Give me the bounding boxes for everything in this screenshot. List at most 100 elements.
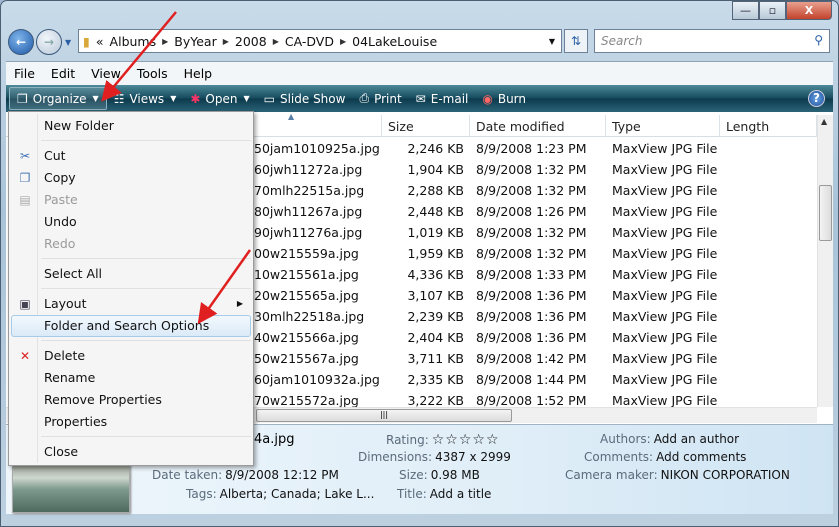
title-label: Title:	[397, 487, 427, 501]
menu-item-remove-properties[interactable]: Remove Properties	[11, 389, 251, 411]
burn-label: Burn	[497, 91, 527, 106]
file-date-modified: 8/9/2008 1:44 PM	[476, 372, 587, 387]
file-size: 4,336 KB	[407, 267, 464, 282]
scroll-up-icon[interactable]: ▲	[821, 117, 827, 126]
menu-edit[interactable]: Edit	[43, 66, 83, 81]
file-date-modified: 8/9/2008 1:26 PM	[476, 204, 587, 219]
breadcrumb-04lakelouise[interactable]: 04LakeLouise	[352, 34, 437, 49]
menu-item-properties[interactable]: Properties	[11, 411, 251, 433]
chevron-down-icon: ▼	[92, 94, 99, 103]
menu-view[interactable]: View	[83, 66, 129, 81]
minimize-button[interactable]: —	[732, 1, 759, 20]
file-type: MaxView JPG File	[612, 309, 718, 324]
file-date-modified: 8/9/2008 1:23 PM	[476, 141, 587, 156]
file-type: MaxView JPG File	[612, 351, 718, 366]
menu-item-label: Cut	[44, 148, 66, 163]
authors-label: Authors:	[600, 432, 651, 446]
menu-help[interactable]: Help	[176, 66, 221, 81]
rating-stars[interactable]: ☆☆☆☆☆	[432, 432, 500, 448]
menu-item-close[interactable]: Close	[11, 441, 251, 463]
file-date-modified: 8/9/2008 1:32 PM	[476, 162, 587, 177]
menu-tools[interactable]: Tools	[129, 66, 176, 81]
file-type: MaxView JPG File	[612, 330, 718, 345]
breadcrumb-2008[interactable]: 2008	[235, 34, 267, 49]
refresh-button[interactable]: ⇅	[564, 29, 588, 53]
back-button[interactable]: ←	[8, 29, 34, 55]
burn-button[interactable]: ◉ Burn	[475, 87, 533, 110]
forward-button[interactable]: →	[36, 29, 62, 55]
menu-item-select-all[interactable]: Select All	[11, 263, 251, 285]
file-date-modified: 8/9/2008 1:32 PM	[476, 225, 587, 240]
menu-item-folder-and-search-options[interactable]: Folder and Search Options	[11, 315, 251, 337]
date-taken-value[interactable]: 8/9/2008 12:12 PM	[225, 468, 339, 482]
file-type: MaxView JPG File	[612, 393, 718, 408]
horizontal-scroll-thumb[interactable]: |||	[256, 409, 512, 422]
file-date-modified: 8/9/2008 1:36 PM	[476, 288, 587, 303]
breadcrumb-byyear[interactable]: ByYear	[174, 34, 216, 49]
menu-item-label: Copy	[44, 170, 76, 185]
dimensions-label: Dimensions:	[358, 450, 433, 464]
open-label: Open	[205, 91, 238, 106]
tags-value[interactable]: Alberta; Canada; Lake L...	[220, 487, 375, 501]
selected-file-name: 4a.jpg	[254, 432, 295, 447]
breadcrumb-albums[interactable]: Albums	[110, 34, 157, 49]
menu-item-rename[interactable]: Rename	[11, 367, 251, 389]
copy-icon: ❐	[19, 171, 31, 185]
recent-pages-dropdown[interactable]: ▼	[65, 38, 71, 47]
search-icon[interactable]: ⚲	[814, 33, 823, 47]
tags-label: Tags:	[186, 487, 217, 501]
chevron-right-icon[interactable]: ▶	[340, 37, 346, 46]
menu-item-undo[interactable]: Undo	[11, 211, 251, 233]
file-type: MaxView JPG File	[612, 162, 718, 177]
file-size: 2,246 KB	[407, 141, 464, 156]
chevron-right-icon[interactable]: ▶	[162, 37, 168, 46]
print-button[interactable]: ⎙ Print	[352, 87, 408, 110]
open-button[interactable]: ✱ Open ▼	[183, 87, 256, 110]
menu-item-cut[interactable]: ✂ Cut	[11, 145, 251, 167]
file-size: 2,448 KB	[407, 204, 464, 219]
menu-file[interactable]: File	[6, 66, 43, 81]
menu-item-paste[interactable]: ▤ Paste	[11, 189, 251, 211]
menu-item-label: Folder and Search Options	[44, 318, 210, 333]
column-date-modified[interactable]: Date modified	[470, 115, 606, 136]
column-size[interactable]: Size	[382, 115, 470, 136]
close-button[interactable]: X	[786, 1, 832, 20]
menu-item-label: Paste	[44, 192, 78, 207]
slideshow-button[interactable]: ▭ Slide Show	[257, 87, 353, 110]
column-type[interactable]: Type	[606, 115, 720, 136]
camera-maker-label: Camera maker:	[565, 468, 658, 482]
organize-button[interactable]: ❐ Organize ▼	[9, 87, 107, 110]
column-length[interactable]: Length	[720, 115, 817, 136]
chevron-right-icon[interactable]: ▶	[223, 37, 229, 46]
breadcrumb-overflow[interactable]: «	[96, 34, 104, 49]
maximize-button[interactable]: ▫	[759, 1, 786, 20]
menu-item-delete[interactable]: ✕ Delete	[11, 345, 251, 367]
menu-item-copy[interactable]: ❐ Copy	[11, 167, 251, 189]
menu-item-new-folder[interactable]: New Folder	[11, 115, 251, 137]
menu-separator	[41, 436, 251, 437]
chevron-down-icon: ▼	[243, 94, 250, 103]
email-button[interactable]: ✉ E-mail	[409, 87, 476, 110]
menu-item-layout[interactable]: ▣ Layout ▶	[11, 293, 251, 315]
authors-value[interactable]: Add an author	[654, 432, 739, 446]
file-type: MaxView JPG File	[612, 225, 718, 240]
scissors-icon: ✂	[19, 149, 31, 163]
address-dropdown-icon[interactable]: ▼	[549, 37, 555, 46]
breadcrumb-ca-dvd[interactable]: CA-DVD	[285, 34, 334, 49]
title-value[interactable]: Add a title	[430, 487, 492, 501]
sort-ascending-icon: ▲	[288, 112, 295, 121]
address-bar[interactable]: ▮ « Albums ▶ ByYear ▶ 2008 ▶ CA-DVD ▶ 04Lake…	[78, 29, 562, 53]
menu-item-redo[interactable]: Redo	[11, 233, 251, 255]
menu-item-label: Redo	[44, 236, 76, 251]
chevron-right-icon[interactable]: ▶	[273, 37, 279, 46]
vertical-scroll-thumb[interactable]	[819, 185, 832, 241]
file-size: 1,019 KB	[407, 225, 464, 240]
menu-separator	[41, 288, 251, 289]
vertical-scrollbar[interactable]: ▲	[817, 115, 833, 407]
menu-item-label: Close	[44, 444, 79, 459]
help-icon[interactable]: ?	[808, 90, 825, 107]
comments-value[interactable]: Add comments	[656, 450, 746, 464]
search-input[interactable]: Search ⚲	[594, 29, 830, 53]
views-button[interactable]: ☷ Views ▼	[107, 87, 184, 110]
command-bar: ❐ Organize ▼ ☷ Views ▼ ✱ Open ▼ ▭ Slide Show ⎙ P…	[6, 85, 833, 112]
